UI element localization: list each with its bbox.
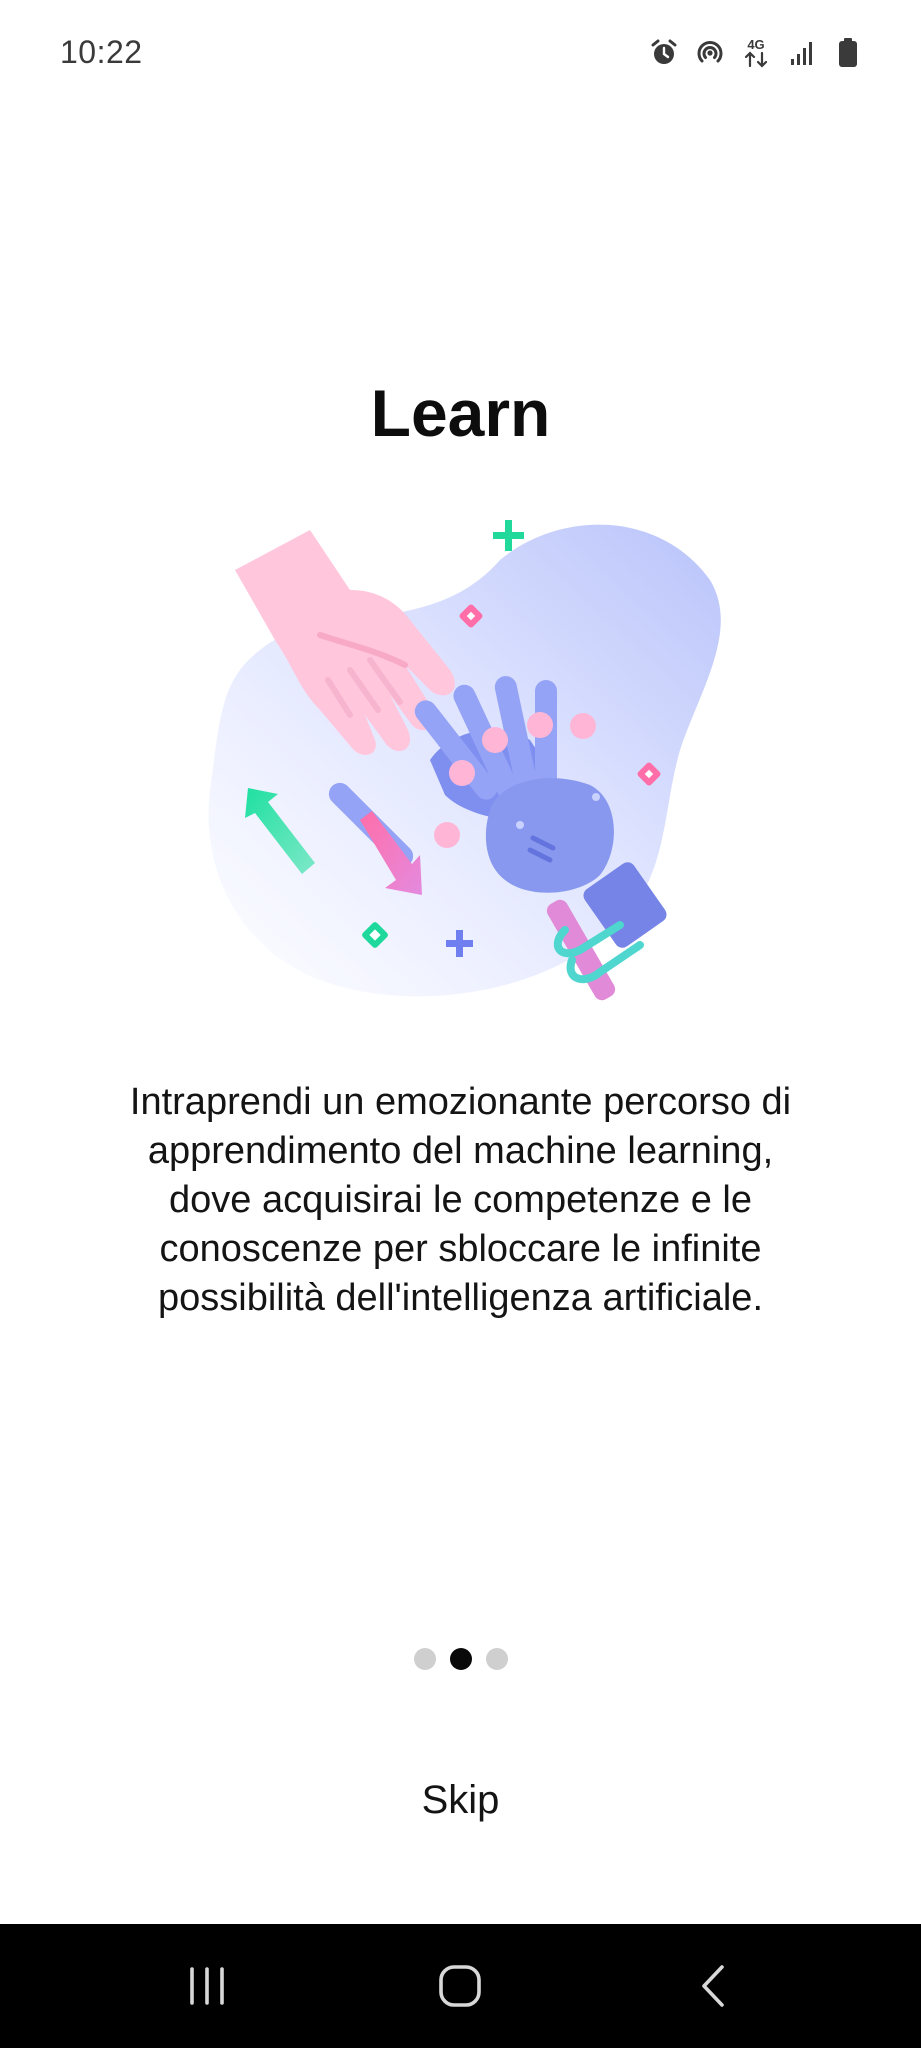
- status-icons: 4G: [647, 36, 865, 70]
- sparkle-green: [493, 520, 524, 551]
- page-dot-3[interactable]: [485, 1648, 508, 1670]
- skip-button[interactable]: Skip: [402, 1770, 520, 1831]
- page-dot-2-active[interactable]: [449, 1648, 472, 1670]
- status-bar: 10:22 4G: [0, 0, 921, 105]
- page-dot-1[interactable]: [413, 1648, 436, 1670]
- navigation-bar: [0, 1924, 921, 2048]
- human-robot-hands-illustration: [200, 520, 740, 1020]
- status-time: 10:22: [60, 34, 143, 70]
- back-icon[interactable]: [669, 1941, 759, 2031]
- page-title: Learn: [370, 376, 551, 450]
- battery-icon: [831, 36, 865, 70]
- svg-text:4G: 4G: [747, 37, 764, 52]
- recent-apps-icon[interactable]: [162, 1941, 252, 2031]
- hotspot-icon: [693, 36, 727, 70]
- 4g-data-icon: 4G: [739, 36, 773, 70]
- page-indicator: [0, 1648, 921, 1670]
- onboarding-screen: 10:22 4G Learn Intraprendi un emozionant…: [0, 0, 921, 2048]
- alarm-icon: [647, 36, 681, 70]
- signal-icon: [785, 36, 819, 70]
- home-icon[interactable]: [415, 1941, 505, 2031]
- onboarding-description: Intraprendi un emozionante percorso di a…: [129, 1081, 792, 1319]
